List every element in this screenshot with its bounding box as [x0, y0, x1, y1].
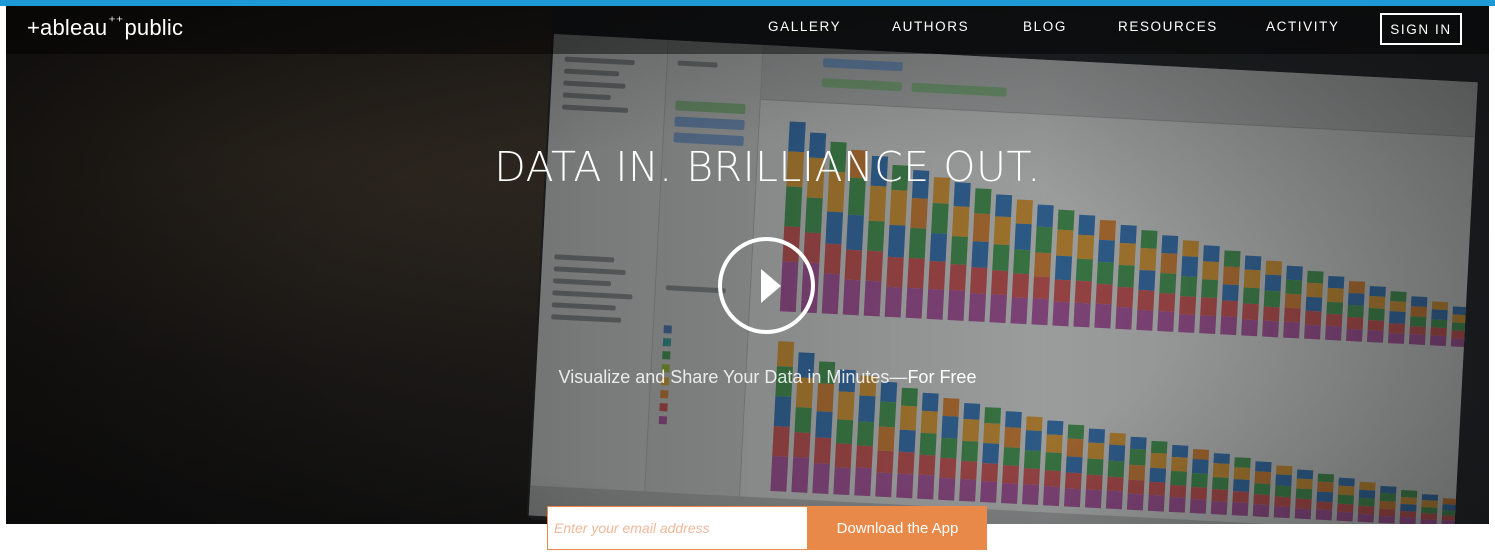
nav-blog[interactable]: BLOG [1023, 19, 1067, 34]
hero-subhead-text: Visualize and Share Your Data in Minutes… [558, 367, 908, 387]
hero-subhead: Visualize and Share Your Data in Minutes… [0, 367, 1495, 388]
main-nav: GALLERY AUTHORS BLOG RESOURCES ACTIVITY … [0, 13, 1495, 47]
sign-in-button[interactable]: SIGN IN [1380, 13, 1462, 45]
email-signup-form: Download the App [547, 506, 987, 550]
play-video-button[interactable] [718, 237, 815, 334]
hero-headline-text: DATA IN. BRILLIANCE OUT. [494, 143, 1041, 191]
play-icon [761, 269, 781, 303]
download-app-button[interactable]: Download the App [808, 506, 987, 550]
nav-resources[interactable]: RESOURCES [1118, 19, 1218, 34]
nav-gallery[interactable]: GALLERY [768, 19, 841, 34]
hero-subhead-emphasis: For Free [907, 367, 977, 387]
nav-authors[interactable]: AUTHORS [892, 19, 969, 34]
page: +ableau ⁺⁺ public GALLERY AUTHORS BLOG R… [0, 0, 1495, 552]
email-address-input[interactable] [547, 506, 808, 550]
nav-activity[interactable]: ACTIVITY [1266, 19, 1340, 34]
hero-headline: DATA IN. BRILLIANCE OUT. [0, 143, 1495, 191]
